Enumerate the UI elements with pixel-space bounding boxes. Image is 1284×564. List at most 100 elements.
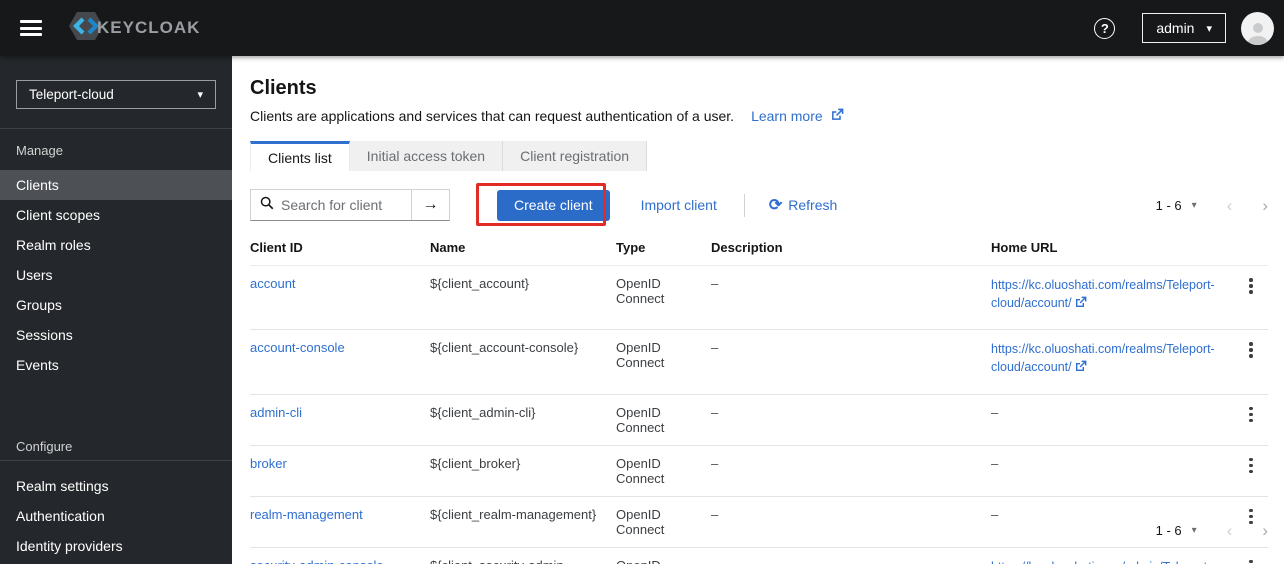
client-id-link[interactable]: account-console xyxy=(250,340,345,355)
kebab-menu-button[interactable] xyxy=(1242,340,1260,358)
home-url-link[interactable]: https://kc.oluoshati.com/realms/Teleport… xyxy=(991,278,1215,310)
external-link-icon xyxy=(831,108,844,124)
client-type: OpenID Connect xyxy=(616,265,711,331)
chevron-down-icon: ▾ xyxy=(1206,22,1212,35)
username: admin xyxy=(1156,20,1195,36)
sidebar-group-configure: Configure xyxy=(16,439,73,454)
client-home-url-empty: – xyxy=(991,445,1237,497)
table-row: account-console ${client_account-console… xyxy=(250,329,1268,395)
kebab-menu-button[interactable] xyxy=(1242,456,1260,473)
search-submit-button[interactable]: → xyxy=(411,190,449,220)
table-row: account ${client_account} OpenID Connect… xyxy=(250,265,1268,331)
home-url-link[interactable]: https://kc.oluoshati.com/realms/Teleport… xyxy=(991,342,1215,374)
pagination-next-button[interactable]: › xyxy=(1262,197,1268,214)
client-description: – xyxy=(711,445,991,497)
client-home-url-empty: – xyxy=(991,394,1237,446)
user-menu-dropdown[interactable]: admin ▾ xyxy=(1142,13,1226,43)
sidebar-item-clients[interactable]: Clients xyxy=(0,170,232,200)
help-icon[interactable]: ? xyxy=(1094,17,1116,39)
brand-text: KEYCLOAK xyxy=(97,18,201,37)
learn-more-link[interactable]: Learn more xyxy=(751,108,844,124)
col-header-name: Name xyxy=(430,232,616,266)
chevron-down-icon: ▾ xyxy=(1191,525,1197,536)
tab-initial-access-token[interactable]: Initial access token xyxy=(349,141,504,171)
tab-bar: Clients list Initial access token Client… xyxy=(250,141,648,171)
sidebar-item-sessions[interactable]: Sessions xyxy=(0,320,232,350)
pagination-range-dropdown[interactable]: 1 - 6 ▾ xyxy=(1156,198,1197,213)
avatar[interactable] xyxy=(1241,11,1274,45)
client-name: ${client_realm-management} xyxy=(430,496,616,548)
col-header-description: Description xyxy=(711,232,991,266)
client-id-link[interactable]: broker xyxy=(250,456,287,471)
import-client-link[interactable]: Import client xyxy=(641,197,717,213)
client-name: ${client_broker} xyxy=(430,445,616,497)
chevron-down-icon: ▾ xyxy=(197,89,203,101)
refresh-icon: ⟳ xyxy=(768,197,783,214)
kebab-menu-button[interactable] xyxy=(1242,405,1260,422)
table-row: admin-cli ${client_admin-cli} OpenID Con… xyxy=(250,394,1268,446)
sidebar-group-manage: Manage xyxy=(16,143,63,158)
client-description: – xyxy=(711,394,991,446)
page-title: Clients xyxy=(250,77,317,99)
client-name: ${client_account} xyxy=(430,265,616,331)
kebab-menu-button[interactable] xyxy=(1242,558,1260,564)
client-id-link[interactable]: account xyxy=(250,276,296,291)
client-type: OpenID Connect xyxy=(616,329,711,395)
manage-nav: Clients Client scopes Realm roles Users … xyxy=(0,170,232,380)
realm-selector-value: Teleport-cloud xyxy=(29,87,114,102)
table-row: realm-management ${client_realm-manageme… xyxy=(250,496,1268,548)
configure-nav: Realm settings Authentication Identity p… xyxy=(0,471,232,561)
client-type: OpenID Connect xyxy=(616,445,711,497)
main-content: Clients Clients are applications and ser… xyxy=(232,56,1284,564)
sidebar-item-realm-roles[interactable]: Realm roles xyxy=(0,230,232,260)
realm-selector[interactable]: Teleport-cloud ▾ xyxy=(16,80,216,109)
sidebar-item-client-scopes[interactable]: Client scopes xyxy=(0,200,232,230)
tab-clients-list[interactable]: Clients list xyxy=(250,141,350,171)
pagination-range-dropdown[interactable]: 1 - 6 ▾ xyxy=(1156,523,1197,538)
toolbar-divider xyxy=(743,193,745,217)
table-row: broker ${client_broker} OpenID Connect –… xyxy=(250,445,1268,497)
sidebar-item-events[interactable]: Events xyxy=(0,350,232,380)
sidebar-item-realm-settings[interactable]: Realm settings xyxy=(0,471,232,501)
hamburger-menu-icon[interactable] xyxy=(20,20,42,36)
clients-table: Client ID Name Type Description Home URL… xyxy=(250,232,1268,564)
page-subtitle: Clients are applications and services th… xyxy=(250,108,735,124)
refresh-button[interactable]: ⟳ Refresh xyxy=(769,195,837,215)
client-type: OpenID Connect xyxy=(616,547,711,564)
sidebar-divider xyxy=(0,128,232,129)
keycloak-logo[interactable]: KEYCLOAK xyxy=(68,10,200,47)
search-input[interactable] xyxy=(281,197,401,213)
pagination-range: 1 - 6 xyxy=(1155,523,1182,538)
sidebar-item-identity-providers[interactable]: Identity providers xyxy=(0,531,232,561)
client-id-link[interactable]: security-admin-console xyxy=(250,558,384,564)
external-link-icon xyxy=(1075,359,1087,377)
pagination-prev-button[interactable]: ‹ xyxy=(1227,197,1233,214)
col-header-home-url: Home URL xyxy=(991,232,1237,266)
pagination-bottom: 1 - 6 ▾ ‹ › xyxy=(1156,522,1268,539)
masthead: KEYCLOAK ? admin ▾ xyxy=(0,0,1284,56)
sidebar-item-authentication[interactable]: Authentication xyxy=(0,501,232,531)
chevron-down-icon: ▾ xyxy=(1191,199,1197,211)
pagination-top: 1 - 6 ▾ ‹ › xyxy=(1156,197,1268,214)
pagination-range: 1 - 6 xyxy=(1155,197,1182,213)
sidebar-item-groups[interactable]: Groups xyxy=(0,290,232,320)
client-id-link[interactable]: realm-management xyxy=(250,507,363,522)
client-type: OpenID Connect xyxy=(616,394,711,446)
pagination-next-button[interactable]: › xyxy=(1262,522,1268,539)
sidebar-item-users[interactable]: Users xyxy=(0,260,232,290)
sidebar: Teleport-cloud ▾ Manage Clients Client s… xyxy=(0,56,232,564)
pagination-prev-button[interactable]: ‹ xyxy=(1227,522,1233,539)
client-name: ${client_admin-cli} xyxy=(430,394,616,446)
home-url-link[interactable]: https://kc.oluoshati.com/admin/Teleport-… xyxy=(991,560,1211,564)
client-name: ${client_account-console} xyxy=(430,329,616,395)
client-name: ${client_security-admin-console} xyxy=(430,547,616,564)
create-client-button[interactable]: Create client xyxy=(497,189,610,221)
search-icon xyxy=(260,196,274,215)
client-id-link[interactable]: admin-cli xyxy=(250,405,302,420)
external-link-icon xyxy=(1075,295,1087,313)
tab-client-registration[interactable]: Client registration xyxy=(503,141,648,171)
table-row: security-admin-console ${client_security… xyxy=(250,547,1268,564)
sidebar-divider xyxy=(0,460,232,461)
client-description: – xyxy=(711,329,991,395)
kebab-menu-button[interactable] xyxy=(1242,276,1260,294)
